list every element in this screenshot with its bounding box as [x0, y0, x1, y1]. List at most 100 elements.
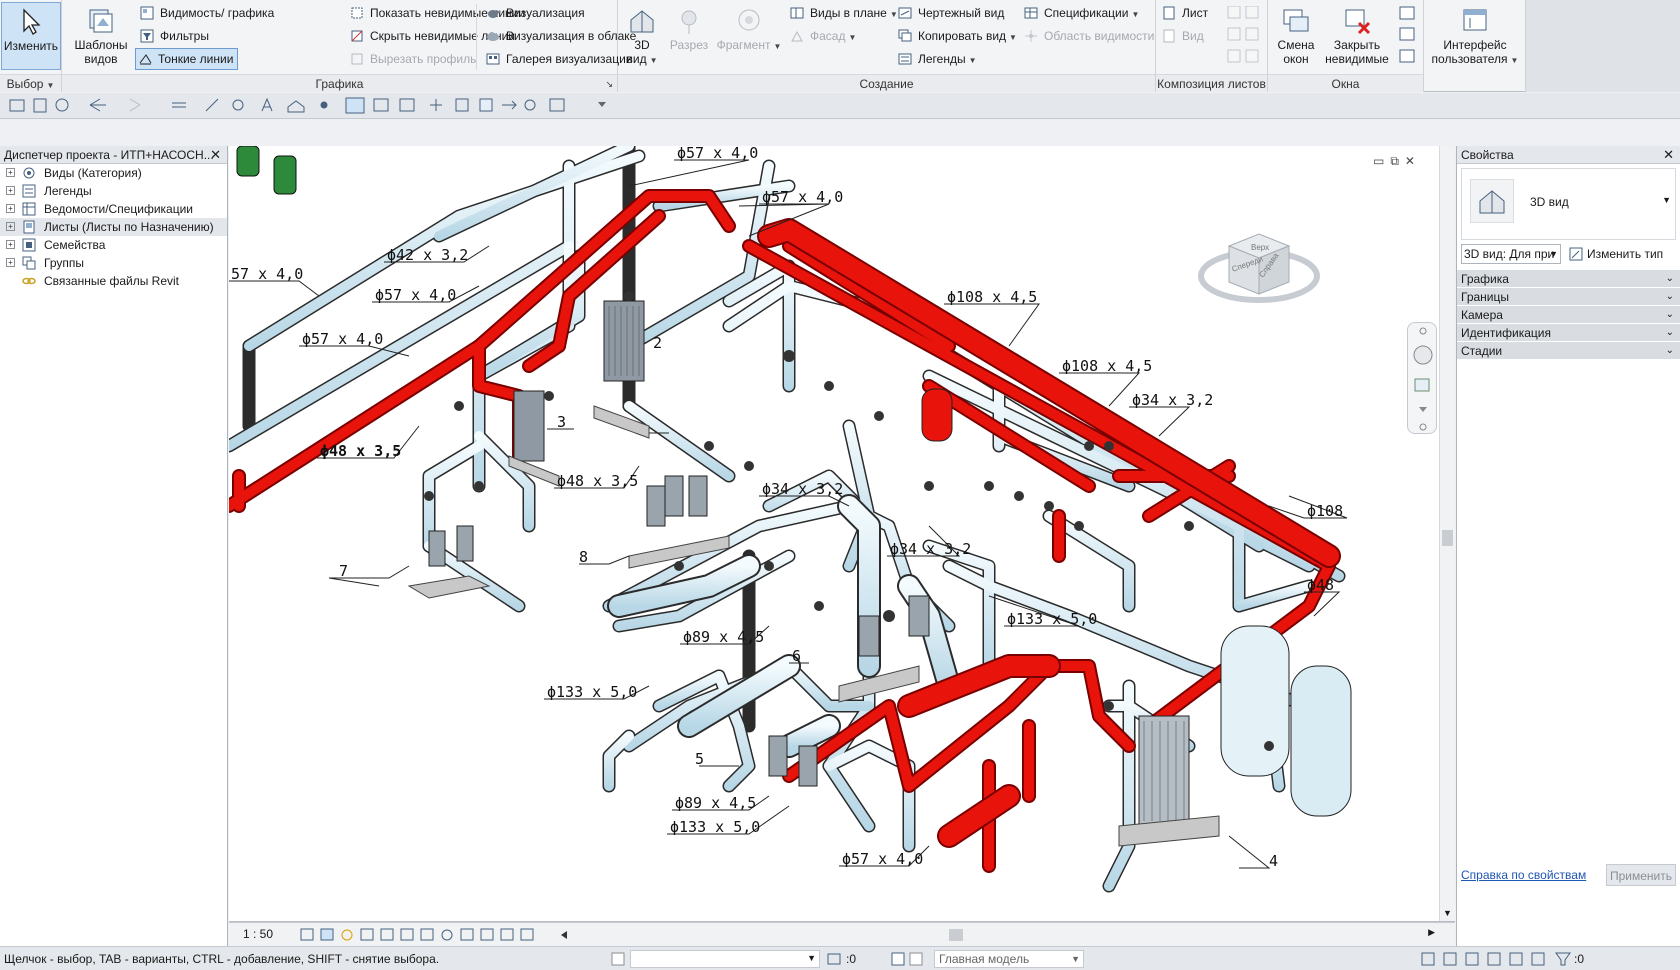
elevation-button[interactable]: Фасад ▼ — [788, 26, 856, 46]
tree-item-schedules[interactable]: + Ведомости/Спецификации — [0, 200, 227, 218]
render-gallery-button[interactable]: Галерея визуализации — [484, 49, 633, 69]
thin-lines-quick-icon[interactable] — [345, 97, 365, 114]
crop-view-icon[interactable] — [380, 928, 394, 941]
cut-profile-button[interactable]: Вырезать профиль — [348, 49, 476, 69]
viewcube[interactable]: Верх Спереди Справа — [1198, 233, 1320, 303]
expand-icon[interactable]: + — [6, 168, 15, 177]
view-templates-button[interactable]: Шаблоны видов — [70, 2, 132, 70]
callout-button[interactable]: Фрагмент ▼ — [714, 2, 784, 70]
equipment-number[interactable]: 2 — [653, 334, 662, 352]
view-window-controls[interactable]: ▭⧉✕ — [1373, 154, 1421, 169]
view-instance-select[interactable]: 3D вид: Для при ▼ — [1461, 244, 1561, 264]
equipment-number[interactable]: 6 — [792, 647, 801, 665]
align-left-icon[interactable] — [455, 98, 469, 112]
pipe-label[interactable]: ϕ57 x 4,0 — [302, 330, 383, 348]
pipe-label[interactable]: ϕ108 — [1307, 502, 1343, 520]
legends-button[interactable]: Легенды ▼ — [896, 49, 977, 69]
fill-icon[interactable] — [479, 98, 493, 112]
render-cloud-button[interactable]: Визуализация в облаке — [484, 26, 636, 46]
schedules-button[interactable]: Спецификации ▼ — [1022, 3, 1139, 23]
switch-windows-quick-icon[interactable] — [399, 98, 415, 112]
view-scale[interactable]: 1 : 50 — [243, 927, 273, 941]
sheet-button[interactable]: Лист — [1160, 3, 1208, 23]
pipe-label[interactable]: ϕ57 x 4,0 — [375, 286, 456, 304]
sun-path-icon[interactable] — [341, 929, 353, 941]
view-3d-button[interactable]: 3D вид ▼ — [620, 2, 664, 70]
collapse-icon[interactable]: ⌄ — [1666, 306, 1674, 324]
scroll-right-icon[interactable]: ▶ — [1428, 927, 1435, 938]
pipe-label[interactable]: ϕ57 x 4,0 — [762, 188, 843, 206]
scroll-thumb[interactable] — [1442, 530, 1453, 546]
prop-group-camera[interactable]: Камера ⌄ — [1457, 306, 1680, 324]
user-interface-button[interactable]: Интерфейс пользователя ▼ — [1430, 2, 1520, 70]
drafting-view-button[interactable]: Чертежный вид — [896, 3, 1004, 23]
open-icon[interactable] — [9, 99, 25, 112]
zoom-icon[interactable] — [1414, 378, 1430, 392]
lock-view-icon[interactable] — [420, 928, 434, 941]
section-button[interactable]: Разрез — [664, 2, 714, 70]
sync-icon[interactable] — [55, 98, 69, 112]
close-windows-icon[interactable] — [373, 98, 389, 112]
equipment-number[interactable]: 4 — [1269, 852, 1278, 870]
move-icon[interactable] — [502, 100, 517, 110]
detail-level-icon[interactable] — [300, 928, 314, 941]
viewcube-top[interactable]: Верх — [1251, 243, 1269, 252]
pipe-label[interactable]: ϕ108 x 4,5 — [947, 288, 1037, 306]
type-selector[interactable]: 3D вид ▼ — [1461, 168, 1676, 240]
expand-icon[interactable]: + — [6, 258, 15, 267]
pipe-label[interactable]: ϕ42 x 3,2 — [387, 246, 468, 264]
prop-group-extents[interactable]: Границы ⌄ — [1457, 288, 1680, 306]
horizontal-scroll-thumb[interactable] — [949, 929, 963, 941]
equipment-number[interactable]: 5 — [695, 750, 704, 768]
equipment-number[interactable]: 7 — [339, 562, 348, 580]
measure-icon[interactable] — [172, 102, 186, 108]
plan-views-button[interactable]: Виды в плане ▼ — [788, 3, 898, 23]
pipe-label[interactable]: ϕ57 x 4,0 — [677, 146, 758, 162]
render-quick-icon[interactable] — [524, 99, 536, 111]
scroll-down-icon[interactable]: ▼ — [1443, 908, 1452, 918]
visibility-graphics-button[interactable]: Видимость/ графика — [138, 3, 274, 23]
reveal-hidden-icon[interactable] — [460, 928, 474, 941]
scroll-left-icon[interactable] — [561, 931, 567, 939]
pipe-label[interactable]: 57 x 4,0 — [231, 265, 303, 283]
collapse-icon[interactable]: ⌄ — [1666, 342, 1674, 360]
worksets-icon[interactable] — [610, 951, 626, 967]
design-options-icons[interactable] — [890, 951, 926, 967]
save-icon[interactable] — [33, 98, 47, 113]
3d-view-canvas[interactable]: ϕ57 x 4,0 ϕ57 x 4,0 ϕ42 x 3,2 57 x 4,0 ϕ… — [229, 146, 1455, 922]
show-crop-icon[interactable] — [400, 928, 414, 941]
tree-item-views[interactable]: + Виды (Категория) — [0, 164, 227, 182]
apply-button[interactable]: Применить — [1606, 864, 1676, 886]
expand-icon[interactable]: + — [6, 204, 15, 213]
redo-icon[interactable] — [129, 98, 141, 112]
edit-type-button[interactable]: Изменить тип — [1567, 244, 1663, 264]
pipe-label[interactable]: ϕ133 x 5,0 — [547, 683, 637, 701]
dimension-icon[interactable] — [205, 98, 219, 112]
close-hidden-button[interactable]: Закрыть невидимые — [1324, 2, 1390, 70]
design-option-select[interactable]: Главная модель ▼ — [934, 950, 1084, 968]
expand-icon[interactable]: + — [6, 222, 15, 231]
align-icon[interactable] — [430, 99, 442, 111]
pipe-label[interactable]: ϕ48 x 3,5 — [320, 442, 401, 460]
close-icon[interactable]: ✕ — [1663, 146, 1674, 164]
filters-button[interactable]: Фильтры — [138, 26, 209, 46]
default-3d-view-icon[interactable] — [287, 100, 305, 113]
zoom-dropdown-icon[interactable] — [1419, 407, 1427, 412]
steering-wheel-icon[interactable] — [1413, 345, 1433, 365]
place-view-button[interactable]: Вид — [1160, 26, 1204, 46]
text-icon[interactable] — [261, 97, 273, 112]
collapse-icon[interactable]: ⌄ — [1666, 324, 1674, 342]
customize-toolbar-icon[interactable] — [598, 102, 606, 107]
prop-group-graphics[interactable]: Графика ⌄ — [1457, 270, 1680, 288]
pipe-label[interactable]: ϕ34 x 3,2 — [890, 540, 971, 558]
collapse-icon[interactable]: ⌄ — [1666, 270, 1674, 288]
pipe-label[interactable]: ϕ108 x 4,5 — [1062, 357, 1152, 375]
switch-windows-button[interactable]: Смена окон — [1272, 2, 1320, 70]
tree-item-legends[interactable]: + Легенды — [0, 182, 227, 200]
pipe-label[interactable]: ϕ57 x 4,0 — [842, 850, 923, 868]
editing-requests-icon[interactable] — [826, 951, 842, 967]
select-panel-label[interactable]: Выбор ▼ — [0, 74, 61, 92]
highlight-displacement-icon[interactable] — [520, 928, 534, 941]
graphics-panel-label[interactable]: Графика ↘ — [62, 74, 617, 92]
modify-button[interactable]: Изменить — [1, 2, 61, 70]
